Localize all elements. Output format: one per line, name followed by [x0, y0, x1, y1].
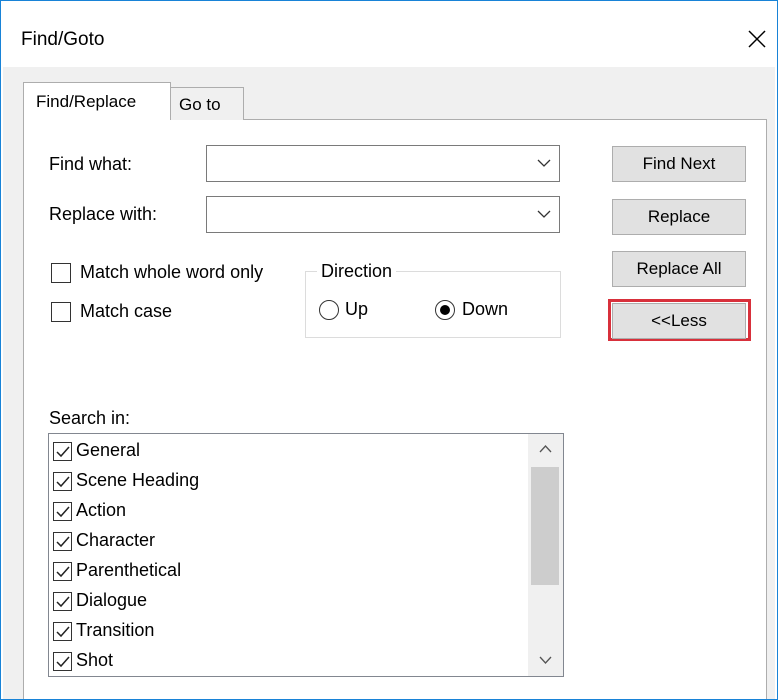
list-item-scene-heading[interactable]: Scene Heading — [49, 467, 527, 497]
tab-find-replace[interactable]: Find/Replace — [23, 82, 171, 120]
checkmark-icon — [56, 446, 70, 458]
find-what-label: Find what: — [49, 154, 133, 174]
list-item-label: Action — [76, 500, 127, 520]
list-item-transition[interactable]: Transition — [49, 617, 527, 647]
match-case-label[interactable]: Match case — [80, 301, 172, 322]
list-item-shot[interactable]: Shot — [49, 647, 527, 676]
list-item-parenthetical[interactable]: Parenthetical — [49, 557, 527, 587]
close-icon — [748, 30, 766, 48]
listbox-scrollbar[interactable] — [528, 434, 563, 676]
scroll-up-button[interactable] — [528, 434, 563, 464]
scroll-thumb[interactable] — [531, 467, 559, 585]
list-item-action[interactable]: Action — [49, 497, 527, 527]
scroll-down-button[interactable] — [528, 646, 563, 676]
list-item-label: Dialogue — [76, 590, 148, 610]
match-whole-word-label[interactable]: Match whole word only — [80, 262, 263, 283]
list-item-checkbox[interactable] — [53, 592, 72, 611]
checkmark-icon — [56, 626, 70, 638]
find-what-dropdown-button[interactable] — [529, 146, 559, 181]
list-item-checkbox[interactable] — [53, 562, 72, 581]
replace-with-combobox[interactable] — [206, 196, 560, 233]
find-what-combobox[interactable] — [206, 145, 560, 182]
list-item-dialogue[interactable]: Dialogue — [49, 587, 527, 617]
chevron-down-icon — [537, 159, 551, 167]
list-item-label: Parenthetical — [76, 560, 182, 580]
checkmark-icon — [56, 506, 70, 518]
direction-up-radio[interactable] — [319, 300, 339, 320]
list-item-general[interactable]: General — [49, 437, 527, 467]
list-item-checkbox[interactable] — [53, 532, 72, 551]
close-button[interactable] — [739, 19, 775, 59]
match-whole-word-checkbox[interactable] — [51, 263, 71, 283]
tab-go-to-label: Go to — [179, 95, 221, 114]
list-item-label: Character — [76, 530, 156, 550]
tab-go-to[interactable]: Go to — [170, 87, 244, 120]
list-item-label: General — [76, 440, 141, 460]
replace-with-input[interactable] — [213, 203, 513, 225]
list-item-character[interactable]: Character — [49, 527, 527, 557]
replace-button[interactable]: Replace — [612, 199, 746, 235]
match-case-checkbox[interactable] — [51, 302, 71, 322]
list-item-checkbox[interactable] — [53, 442, 72, 461]
find-what-input[interactable] — [213, 152, 513, 174]
list-item-label: Scene Heading — [76, 470, 200, 490]
checkmark-icon — [56, 656, 70, 668]
direction-up-label[interactable]: Up — [345, 299, 368, 320]
checkmark-icon — [56, 536, 70, 548]
less-button[interactable]: <<Less — [612, 303, 746, 339]
direction-group-title: Direction — [317, 261, 397, 282]
find-goto-dialog: Find/Goto Go to Find/Replace Find what: … — [0, 0, 778, 700]
direction-down-radio[interactable] — [435, 300, 455, 320]
list-item-checkbox[interactable] — [53, 502, 72, 521]
list-item-checkbox[interactable] — [53, 652, 72, 671]
window-title: Find/Goto — [21, 29, 105, 50]
chevron-up-icon — [539, 445, 552, 453]
checkmark-icon — [56, 596, 70, 608]
list-item-checkbox[interactable] — [53, 622, 72, 641]
chevron-down-icon — [539, 656, 552, 664]
chevron-down-icon — [537, 210, 551, 218]
search-in-label: Search in: — [49, 408, 131, 428]
find-next-button[interactable]: Find Next — [612, 146, 746, 182]
checkmark-icon — [56, 566, 70, 578]
list-item-label: Shot — [76, 650, 114, 670]
direction-down-label[interactable]: Down — [462, 299, 508, 320]
list-item-label: Transition — [76, 620, 155, 640]
list-item-checkbox[interactable] — [53, 472, 72, 491]
replace-with-dropdown-button[interactable] — [529, 197, 559, 232]
replace-with-label: Replace with: — [49, 204, 158, 224]
search-in-listbox[interactable]: General Scene Heading Action Character P… — [48, 433, 564, 677]
checkmark-icon — [56, 476, 70, 488]
tab-find-replace-label: Find/Replace — [36, 92, 137, 111]
replace-all-button[interactable]: Replace All — [612, 251, 746, 287]
